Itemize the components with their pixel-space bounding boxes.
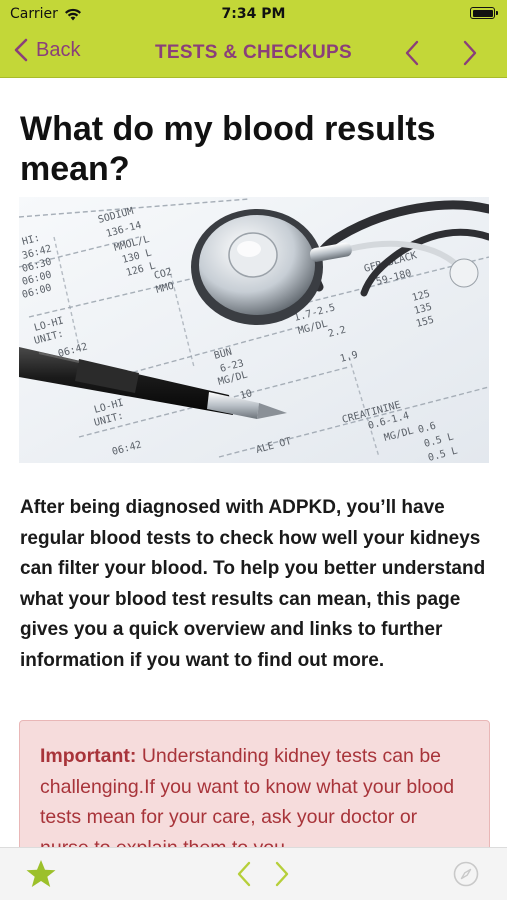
status-right bbox=[470, 7, 498, 19]
back-label: Back bbox=[36, 38, 81, 61]
open-in-browser-button[interactable] bbox=[453, 861, 479, 892]
battery-icon bbox=[470, 7, 498, 19]
favorite-button[interactable] bbox=[26, 859, 56, 893]
back-button[interactable]: Back bbox=[14, 38, 80, 62]
next-chevron-icon bbox=[275, 861, 289, 887]
toolbar-previous-button[interactable] bbox=[236, 861, 252, 892]
prev-chevron-icon bbox=[405, 40, 419, 66]
bottom-toolbar bbox=[0, 847, 507, 900]
back-chevron-icon bbox=[14, 38, 28, 62]
callout-label: Important: bbox=[40, 745, 137, 767]
next-page-button[interactable] bbox=[462, 40, 478, 71]
status-bar: Carrier 7:34 PM bbox=[0, 0, 507, 30]
previous-page-button[interactable] bbox=[404, 40, 420, 71]
blood-test-illustration: HI: 36:42 06:30 06:00 06:00 LO-HI UNIT: … bbox=[19, 197, 489, 463]
star-icon bbox=[26, 860, 56, 887]
navigation-bar: Back TESTS & CHECKUPS bbox=[0, 30, 507, 78]
next-chevron-icon bbox=[463, 40, 477, 66]
status-time: 7:34 PM bbox=[221, 6, 286, 22]
compass-icon bbox=[453, 861, 479, 887]
prev-chevron-icon bbox=[237, 861, 251, 887]
article-title: What do my blood results mean? bbox=[20, 110, 436, 188]
toolbar-next-button[interactable] bbox=[274, 861, 290, 892]
article-scroll-view[interactable]: What do my blood results mean? HI: 36:42… bbox=[0, 79, 507, 847]
important-callout: Important: Understanding kidney tests ca… bbox=[19, 720, 490, 847]
blood-test-image: HI: 36:42 06:30 06:00 06:00 LO-HI UNIT: … bbox=[19, 197, 489, 463]
article-intro: After being diagnosed with ADPKD, you’ll… bbox=[20, 497, 486, 671]
